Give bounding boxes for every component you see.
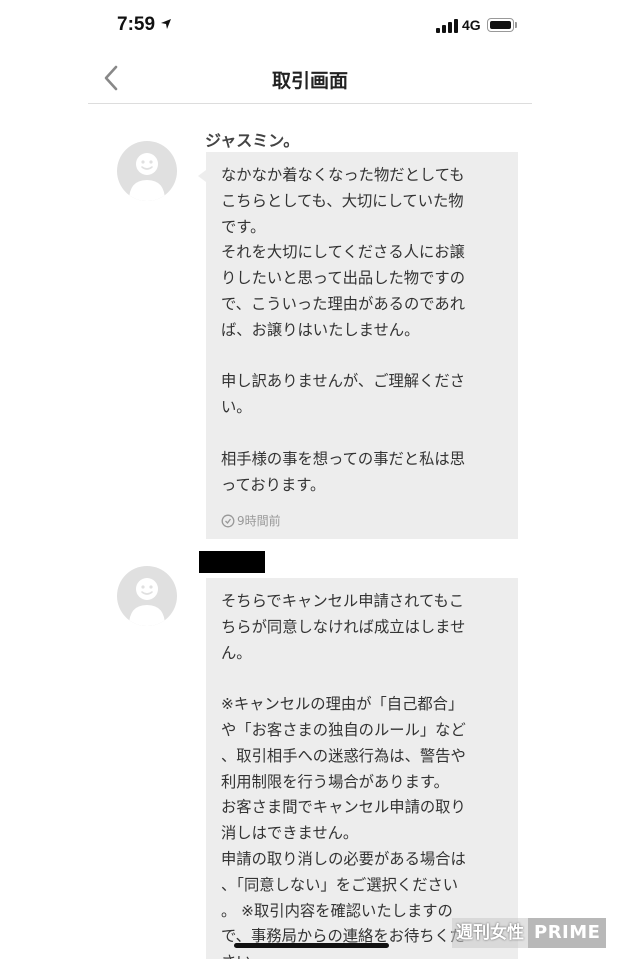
avatar[interactable]	[117, 141, 177, 201]
watermark-right: PRIME	[528, 918, 607, 948]
signal-strength-icon	[436, 19, 458, 33]
timestamp-text: 9時間前	[237, 514, 281, 529]
sender-name: ジャスミン。	[205, 131, 300, 150]
redacted-sender-name	[199, 551, 265, 573]
battery-icon	[487, 18, 514, 32]
location-arrow-icon	[161, 19, 171, 29]
page-title: 取引画面	[271, 70, 348, 92]
message-text: そちらでキャンセル申請されてもこ ちらが同意しなければ成立はしませ ん。 ※キャ…	[221, 592, 466, 959]
nav-bar: 取引画面	[88, 52, 532, 104]
default-avatar-icon	[129, 578, 165, 626]
network-type: 4G	[462, 17, 481, 33]
avatar[interactable]	[117, 566, 177, 626]
battery-level-fill	[490, 21, 511, 29]
battery-cap	[515, 22, 517, 28]
message-timestamp: 9時間前	[221, 512, 504, 529]
home-indicator[interactable]	[234, 943, 389, 948]
message-bubble: そちらでキャンセル申請されてもこ ちらが同意しなければ成立はしませ ん。 ※キャ…	[206, 578, 518, 959]
watermark-left: 週刊女性	[452, 918, 528, 948]
clock-icon	[221, 514, 235, 528]
message-bubble: なかなか着なくなった物だとしても こちらとしても、大切にしていた物 です。 それ…	[198, 152, 518, 540]
status-time: 7:59	[117, 14, 156, 35]
status-bar: 7:59 4G	[0, 0, 620, 52]
message-text: なかなか着なくなった物だとしても こちらとしても、大切にしていた物 です。 それ…	[221, 166, 465, 494]
default-avatar-icon	[129, 153, 165, 201]
watermark-logo: 週刊女性 PRIME	[452, 918, 607, 948]
